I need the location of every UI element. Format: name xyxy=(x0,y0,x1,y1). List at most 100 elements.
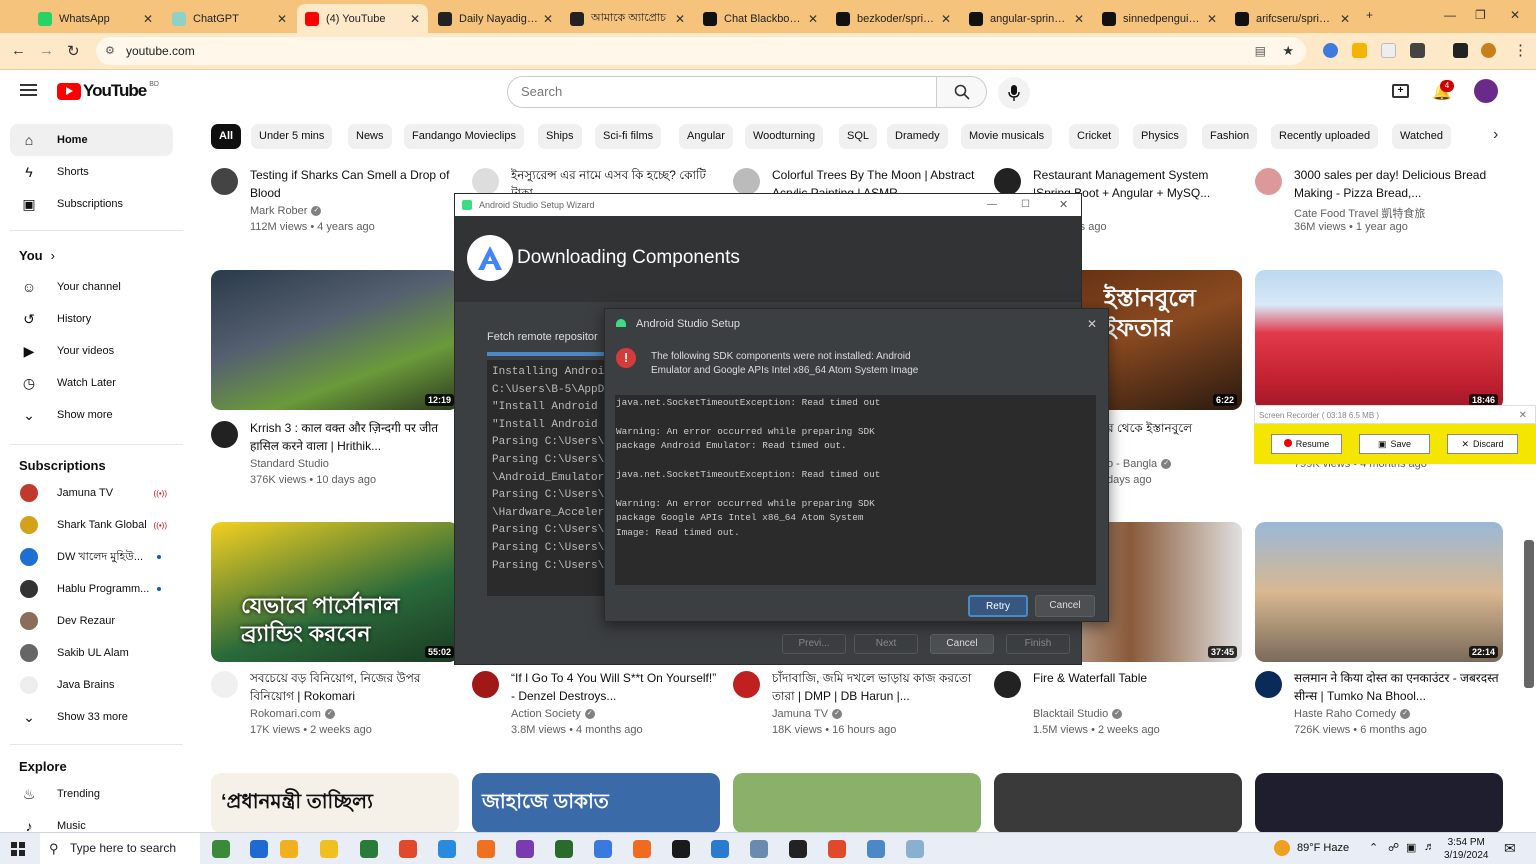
chips-next-arrow-icon[interactable]: › xyxy=(1493,126,1498,144)
taskbar-app-icon[interactable] xyxy=(399,840,417,858)
subscription-item[interactable]: Java Brains xyxy=(10,669,173,701)
sidebar-item-your-channel[interactable]: ☺ Your channel xyxy=(10,271,173,303)
taskbar-app-icon[interactable] xyxy=(477,840,495,858)
subscription-item[interactable]: ⌄ Show 33 more xyxy=(10,701,173,733)
channel-name[interactable]: o - Bangla ✓ xyxy=(1107,458,1172,470)
dialog-close-icon[interactable]: ✕ xyxy=(1087,317,1097,331)
channel-avatar[interactable] xyxy=(472,168,499,195)
channel-name[interactable]: Mark Rober ✓ xyxy=(250,205,322,217)
sidebar-item-show-more[interactable]: ⌄ Show more xyxy=(10,399,173,431)
taskbar-app-icon[interactable] xyxy=(789,840,807,858)
sidebar-item-home[interactable]: ⌂ Home xyxy=(10,124,173,156)
taskbar-app-icon[interactable] xyxy=(867,840,885,858)
search-button[interactable] xyxy=(936,76,987,108)
sidebar-item-history[interactable]: ↺ History xyxy=(10,303,173,335)
finish-button[interactable]: Finish xyxy=(1006,634,1070,654)
install-app-icon[interactable]: ▤ xyxy=(1255,37,1266,65)
tab-close-icon[interactable]: ✕ xyxy=(941,12,951,26)
browser-tab[interactable]: bezkoder/spring- ✕ xyxy=(828,4,959,33)
filter-chip[interactable]: Watched xyxy=(1392,124,1452,149)
filter-chip[interactable]: Sci-fi films xyxy=(595,124,662,149)
extension-icon[interactable] xyxy=(1352,43,1367,58)
tab-close-icon[interactable]: ✕ xyxy=(410,12,420,26)
sidebar-item-trending[interactable]: ♨ Trending xyxy=(10,778,173,810)
video-title[interactable]: Krrish 3 : काल वक्त और ज़िन्दगी पर जीत ह… xyxy=(250,419,460,455)
channel-name[interactable]: Blacktail Studio ✓ xyxy=(1033,708,1123,720)
previous-button[interactable]: Previ... xyxy=(782,634,846,654)
browser-tab[interactable]: Chat Blackbox: AI ✕ xyxy=(695,4,826,33)
browser-tab[interactable]: (4) YouTube ✕ xyxy=(297,4,428,33)
sidebar-item-watch-later[interactable]: ◷ Watch Later xyxy=(10,367,173,399)
filter-chip[interactable]: Angular xyxy=(679,124,733,149)
filter-chip[interactable]: Fandango Movieclips xyxy=(404,124,524,149)
channel-name[interactable]: Cate Food Travel 凱特食旅 xyxy=(1294,205,1425,221)
restore-icon[interactable]: ❐ xyxy=(1475,8,1486,22)
tab-close-icon[interactable]: ✕ xyxy=(543,12,553,26)
taskbar-search-box[interactable]: ⚲ Type here to search xyxy=(40,833,200,864)
sidebar-item-subscriptions[interactable]: ▣ Subscriptions xyxy=(10,188,173,220)
browser-tab[interactable]: আমাকে অ্যাপ্রোচ ✕ xyxy=(562,4,693,33)
subscription-item[interactable]: DW খালেদ মুহিউ... xyxy=(10,541,173,573)
search-input[interactable]: Search xyxy=(507,76,937,108)
video-thumbnail[interactable]: 22:14 xyxy=(1255,522,1503,662)
tab-close-icon[interactable]: ✕ xyxy=(143,12,153,26)
tab-close-icon[interactable]: ✕ xyxy=(675,12,685,26)
channel-avatar[interactable] xyxy=(994,168,1021,195)
browser-tab[interactable]: Daily Nayadiganta ✕ xyxy=(430,4,561,33)
taskbar-app-icon[interactable] xyxy=(438,840,456,858)
video-title[interactable]: র থেকে ইস্তানবুলে xyxy=(1107,419,1207,437)
taskbar-app-icon[interactable] xyxy=(360,840,378,858)
windows-start-icon[interactable] xyxy=(11,842,25,856)
video-thumbnail[interactable]: জাহাজে ডাকাত xyxy=(472,773,720,833)
error-log[interactable]: java.net.SocketTimeoutException: Read ti… xyxy=(615,395,1096,585)
filter-chip[interactable]: Movie musicals xyxy=(961,124,1053,149)
browser-tab[interactable]: angular-springbo ✕ xyxy=(961,4,1092,33)
display-icon[interactable]: ▣ xyxy=(1406,841,1416,854)
filter-chip[interactable]: Recently uploaded xyxy=(1271,124,1379,149)
side-panel-icon[interactable] xyxy=(1453,43,1468,58)
profile-avatar[interactable] xyxy=(1481,43,1496,58)
video-title[interactable]: सलमान ने किया दोस्त का एनकाउंटर - जबरदस्… xyxy=(1294,669,1504,705)
channel-avatar[interactable] xyxy=(733,168,760,195)
video-thumbnail[interactable]: 18:46 xyxy=(1255,270,1503,410)
subscription-item[interactable]: Shark Tank Global ((•)) xyxy=(10,509,173,541)
create-video-icon[interactable]: + xyxy=(1392,84,1409,98)
filter-chip[interactable]: Under 5 mins xyxy=(251,124,333,149)
taskbar-app-icon[interactable] xyxy=(320,840,338,858)
volume-icon[interactable]: ♬ xyxy=(1424,841,1435,853)
url-field[interactable]: ⚙ youtube.com ▤ ★ xyxy=(96,37,1306,65)
channel-name[interactable]: Jamuna TV ✓ xyxy=(772,708,843,720)
tab-close-icon[interactable]: ✕ xyxy=(277,12,287,26)
taskbar-app-icon[interactable] xyxy=(750,840,768,858)
youtube-logo[interactable]: YouTube BD xyxy=(57,81,159,101)
subscription-item[interactable]: Sakib UL Alam xyxy=(10,637,173,669)
video-thumbnail[interactable]: ‘প্রধানমন্ত্রী তাচ্ছিল্য xyxy=(211,773,459,833)
taskbar-app-icon[interactable] xyxy=(633,840,651,858)
browser-tab[interactable]: sinnedpenguin/ar ✕ xyxy=(1094,4,1225,33)
subscription-item[interactable]: Hablu Programm... xyxy=(10,573,173,605)
video-title[interactable]: Testing if Sharks Can Smell a Drop of Bl… xyxy=(250,166,460,202)
channel-name[interactable]: Standard Studio xyxy=(250,458,329,470)
browser-tab[interactable]: arifcseru/springb ✕ xyxy=(1227,4,1358,33)
next-button[interactable]: Next xyxy=(854,634,918,654)
retry-button[interactable]: Retry xyxy=(968,595,1028,617)
weather-text[interactable]: 89°F Haze xyxy=(1297,842,1349,854)
notification-center-icon[interactable]: ✉ xyxy=(1504,840,1516,857)
hamburger-menu-icon[interactable] xyxy=(20,84,37,96)
wizard-cancel-button[interactable]: Cancel xyxy=(930,634,994,654)
wizard-close-icon[interactable]: ✕ xyxy=(1059,194,1068,216)
channel-avatar[interactable] xyxy=(211,168,238,195)
video-title[interactable]: 3000 sales per day! Delicious Bread Maki… xyxy=(1294,166,1504,202)
site-info-icon[interactable]: ⚙ xyxy=(105,37,115,65)
browser-menu-icon[interactable]: ⋮ xyxy=(1513,41,1528,59)
network-icon[interactable]: ☍ xyxy=(1388,841,1399,854)
video-thumbnail[interactable]: 12:19 xyxy=(211,270,459,410)
filter-chip[interactable]: SQL xyxy=(839,124,878,149)
close-window-icon[interactable]: ✕ xyxy=(1510,8,1520,22)
filter-chip[interactable]: Woodturning xyxy=(745,124,824,149)
filter-chip[interactable]: Ships xyxy=(538,124,582,149)
extension-icon[interactable] xyxy=(1381,43,1396,58)
voice-search-button[interactable] xyxy=(998,77,1030,109)
taskbar-app-icon[interactable] xyxy=(594,840,612,858)
filter-chip[interactable]: Physics xyxy=(1133,124,1187,149)
